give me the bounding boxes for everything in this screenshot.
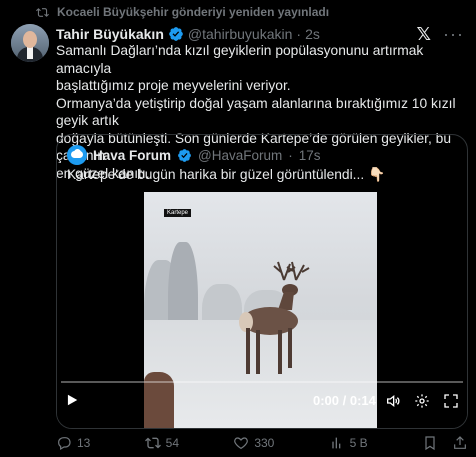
tweet-text-line: başlattığımız proje meyvelerini veriyor. xyxy=(56,78,291,93)
fullscreen-icon[interactable] xyxy=(443,393,459,409)
more-icon[interactable]: ··· xyxy=(443,25,464,43)
like-button[interactable]: 330 xyxy=(233,435,274,451)
repost-icon xyxy=(36,7,49,17)
views-count: 5 B xyxy=(349,436,368,450)
views-button[interactable]: 5 B xyxy=(329,435,368,451)
deer-figure xyxy=(239,261,310,374)
quoted-author-handle[interactable]: @HavaForum xyxy=(198,148,282,163)
separator-dot: · xyxy=(288,147,293,163)
repost-button[interactable]: 54 xyxy=(144,435,180,451)
quoted-tweet[interactable]: Hava Forum @HavaForum · 17s Kartepe'de b… xyxy=(56,134,468,429)
repost-count: 54 xyxy=(165,436,180,450)
heart-icon xyxy=(234,437,249,450)
reply-button[interactable]: 13 xyxy=(56,435,90,451)
quoted-author-name[interactable]: Hava Forum xyxy=(93,148,171,163)
tweet-header: Tahir Büyükakın @tahirbuyukakin · 2s 𝕏 ·… xyxy=(56,24,464,44)
views-bar-icon xyxy=(331,437,340,449)
tweet-text-line: Ormanya’da yetiştirip doğal yaşam alanla… xyxy=(56,95,456,129)
volume-icon[interactable] xyxy=(385,393,401,409)
author-name[interactable]: Tahir Büyükakın xyxy=(56,26,164,42)
verified-badge-icon xyxy=(178,148,191,162)
quoted-tweet-header: Hava Forum @HavaForum · 17s xyxy=(67,145,321,165)
quoted-tweet-text: Kartepe'de bugün harika bir güzel görünt… xyxy=(67,167,386,182)
video-player[interactable]: Kartepe 0:00 / 0:14 xyxy=(57,191,467,428)
quoted-author-avatar[interactable] xyxy=(67,145,87,165)
play-icon[interactable] xyxy=(65,393,79,407)
video-progress-bar[interactable] xyxy=(61,381,463,383)
tweet-text-line: Samanlı Dağları’nda kızıl geyiklerin pop… xyxy=(56,43,424,76)
like-count: 330 xyxy=(254,436,275,450)
share-icon[interactable] xyxy=(452,435,468,451)
video-timer: 0:00 / 0:14 xyxy=(313,393,376,408)
settings-gear-icon[interactable] xyxy=(414,393,430,409)
x-logo-icon[interactable]: 𝕏 xyxy=(417,25,432,43)
bookmark-icon[interactable] xyxy=(422,435,438,451)
repost-notice-text: Kocaeli Büyükşehir gönderiyi yeniden yay… xyxy=(57,5,330,19)
repost-icon xyxy=(144,437,161,449)
tweet-timestamp[interactable]: 2s xyxy=(305,26,320,42)
separator-dot: · xyxy=(296,26,302,42)
repost-notice[interactable]: Kocaeli Büyükşehir gönderiyi yeniden yay… xyxy=(36,5,329,19)
quoted-timestamp[interactable]: 17s xyxy=(299,148,321,163)
video-controls: 0:00 / 0:14 xyxy=(57,387,467,421)
author-avatar[interactable] xyxy=(11,24,49,62)
reply-icon xyxy=(58,437,71,451)
tweet-actions: 13 54 330 5 B xyxy=(56,434,468,452)
video-label: Kartepe xyxy=(164,209,192,217)
reply-count: 13 xyxy=(77,436,91,450)
verified-badge-icon[interactable] xyxy=(168,26,184,42)
author-handle[interactable]: @tahirbuyukakin xyxy=(188,26,293,42)
